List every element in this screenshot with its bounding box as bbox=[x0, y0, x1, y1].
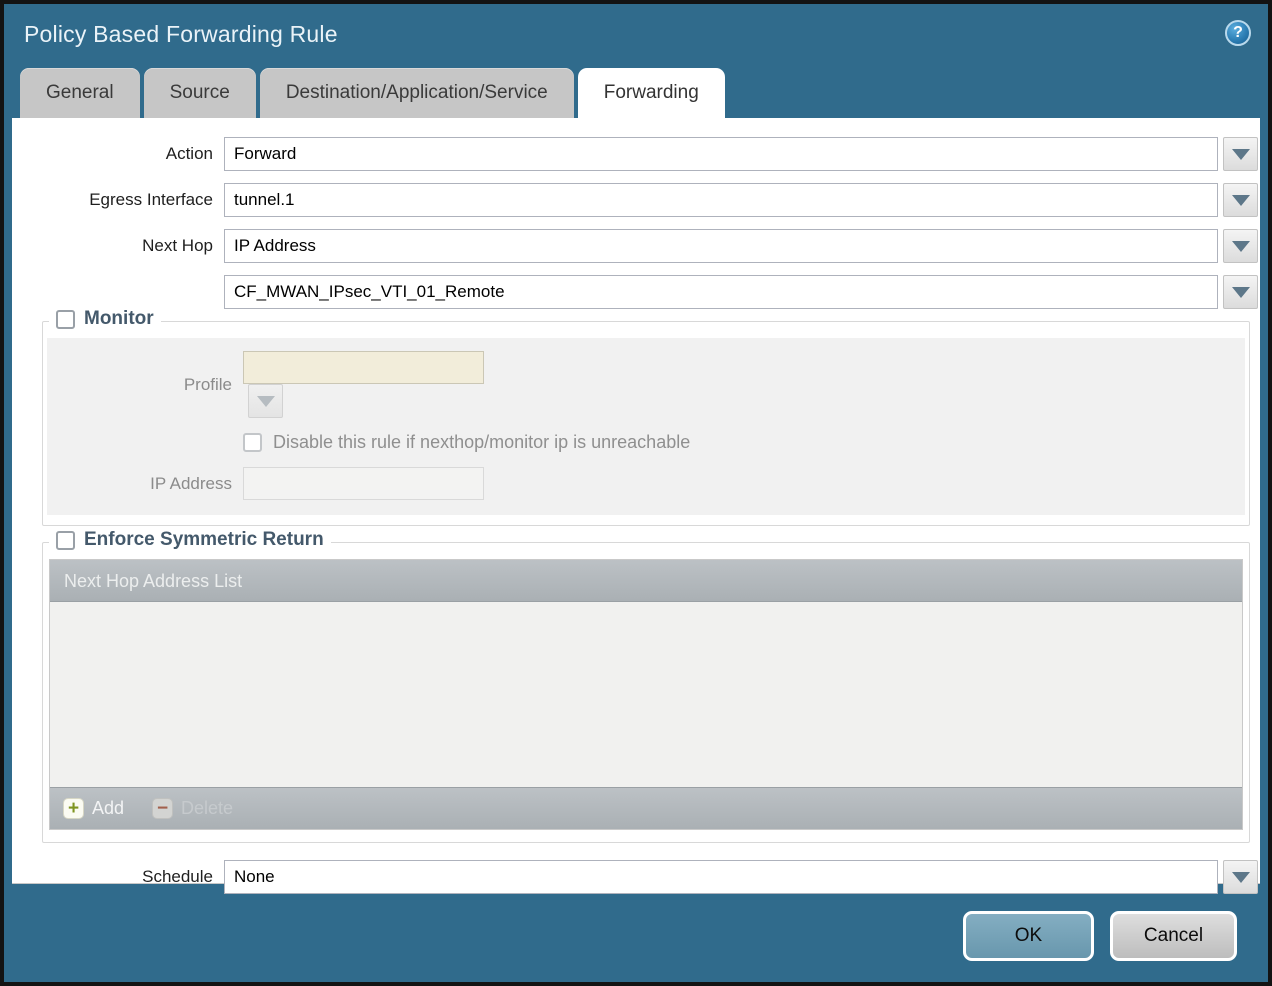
profile-input[interactable] bbox=[243, 351, 484, 384]
profile-row: Profile bbox=[47, 351, 1237, 418]
next-hop-address-list-toolbar: + Add − Delete bbox=[50, 787, 1242, 829]
egress-interface-input[interactable] bbox=[224, 183, 1218, 217]
next-hop-address-dropdown-button[interactable] bbox=[1223, 275, 1258, 309]
action-label: Action bbox=[12, 144, 224, 164]
disable-rule-row: Disable this rule if nexthop/monitor ip … bbox=[47, 432, 1237, 453]
monitor-ip-address-label: IP Address bbox=[47, 474, 243, 494]
tab-bar: General Source Destination/Application/S… bbox=[20, 68, 1268, 118]
tab-general[interactable]: General bbox=[20, 68, 140, 118]
next-hop-address-list-header: Next Hop Address List bbox=[50, 560, 1242, 602]
add-button-label: Add bbox=[92, 798, 124, 819]
chevron-down-icon bbox=[1232, 195, 1250, 206]
action-row: Action bbox=[12, 137, 1258, 171]
minus-icon: − bbox=[152, 798, 173, 819]
monitor-legend: Monitor bbox=[49, 308, 161, 330]
next-hop-label: Next Hop bbox=[12, 236, 224, 256]
schedule-label: Schedule bbox=[12, 867, 224, 887]
disable-rule-checkbox-label: Disable this rule if nexthop/monitor ip … bbox=[273, 432, 690, 453]
chevron-down-icon bbox=[257, 396, 275, 407]
monitor-legend-label: Monitor bbox=[84, 308, 154, 330]
monitor-body: Profile Disable this rule if nexthop/mon… bbox=[47, 338, 1245, 515]
monitor-ip-address-row: IP Address bbox=[47, 467, 1237, 500]
next-hop-type-input[interactable] bbox=[224, 229, 1218, 263]
egress-interface-row: Egress Interface bbox=[12, 183, 1258, 217]
chevron-down-icon bbox=[1232, 149, 1250, 160]
next-hop-dropdown-button[interactable] bbox=[1223, 229, 1258, 263]
symmetric-return-fieldset: Enforce Symmetric Return Next Hop Addres… bbox=[42, 542, 1250, 843]
symmetric-return-legend: Enforce Symmetric Return bbox=[49, 529, 331, 551]
forwarding-tab-panel: Action Egress Interface bbox=[12, 118, 1260, 884]
egress-interface-dropdown-button[interactable] bbox=[1223, 183, 1258, 217]
tab-destination-application-service[interactable]: Destination/Application/Service bbox=[260, 68, 574, 118]
tab-forwarding[interactable]: Forwarding bbox=[578, 68, 725, 118]
help-icon[interactable]: ? bbox=[1225, 20, 1251, 46]
symmetric-return-legend-label: Enforce Symmetric Return bbox=[84, 529, 324, 551]
delete-button[interactable]: − Delete bbox=[152, 798, 233, 819]
pbf-rule-dialog: Policy Based Forwarding Rule ? General S… bbox=[4, 4, 1268, 982]
dialog-title: Policy Based Forwarding Rule bbox=[24, 21, 338, 48]
monitor-fieldset: Monitor Profile bbox=[42, 321, 1250, 526]
cancel-button[interactable]: Cancel bbox=[1110, 911, 1237, 961]
next-hop-address-input[interactable] bbox=[224, 275, 1218, 309]
tab-source[interactable]: Source bbox=[144, 68, 256, 118]
screenshot-frame: Policy Based Forwarding Rule ? General S… bbox=[0, 0, 1272, 986]
next-hop-address-list-table: Next Hop Address List + Add − Delete bbox=[49, 559, 1243, 830]
schedule-dropdown-button[interactable] bbox=[1223, 860, 1258, 894]
profile-dropdown-button bbox=[248, 384, 283, 418]
monitor-ip-address-input[interactable] bbox=[243, 467, 484, 500]
action-dropdown-button[interactable] bbox=[1223, 137, 1258, 171]
monitor-checkbox[interactable] bbox=[56, 310, 75, 329]
action-input[interactable] bbox=[224, 137, 1218, 171]
chevron-down-icon bbox=[1232, 241, 1250, 252]
ok-button[interactable]: OK bbox=[963, 911, 1094, 961]
add-button[interactable]: + Add bbox=[63, 798, 124, 819]
plus-icon: + bbox=[63, 798, 84, 819]
symmetric-return-checkbox[interactable] bbox=[56, 531, 75, 550]
dialog-footer: OK Cancel bbox=[4, 884, 1268, 961]
chevron-down-icon bbox=[1232, 287, 1250, 298]
next-hop-address-row bbox=[12, 275, 1258, 309]
next-hop-address-list-body[interactable] bbox=[50, 602, 1242, 787]
schedule-input[interactable] bbox=[224, 860, 1218, 894]
next-hop-row: Next Hop bbox=[12, 229, 1258, 263]
profile-label: Profile bbox=[47, 375, 243, 395]
egress-interface-label: Egress Interface bbox=[12, 190, 224, 210]
chevron-down-icon bbox=[1232, 872, 1250, 883]
disable-rule-checkbox[interactable] bbox=[243, 433, 262, 452]
dialog-titlebar: Policy Based Forwarding Rule ? bbox=[4, 4, 1268, 68]
delete-button-label: Delete bbox=[181, 798, 233, 819]
